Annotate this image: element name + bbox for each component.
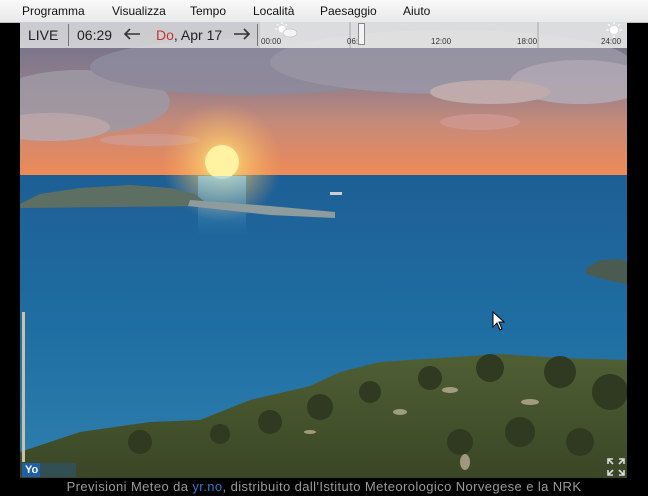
tick-label: 12:00: [431, 37, 452, 46]
time-bar: LIVE 06:29 Do, Apr 17 00:00 06: 12:00 18…: [20, 22, 627, 48]
menu-bar: Programma Visualizza Tempo Località Paes…: [0, 0, 648, 23]
footer-text: Previsioni Meteo da yr.no, distribuito d…: [67, 479, 582, 494]
current-time: 06:29: [77, 27, 113, 43]
weather-scene-viewer[interactable]: LIVE 06:29 Do, Apr 17 00:00 06: 12:00 18…: [20, 22, 627, 478]
sun-icon: [605, 22, 623, 43]
left-mast: [22, 312, 25, 462]
arrow-right-icon[interactable]: [232, 26, 252, 47]
menu-visualizza[interactable]: Visualizza: [112, 4, 166, 18]
menu-paesaggio[interactable]: Paesaggio: [320, 4, 377, 18]
yr-link[interactable]: yr.no: [192, 479, 222, 494]
yr-logo-text: Yo: [25, 464, 39, 476]
footer-suffix: , distribuito dall'Istituto Meteorologic…: [222, 479, 582, 494]
landscape-scene: [20, 22, 627, 478]
yr-logo[interactable]: Yo: [22, 463, 76, 477]
boat: [330, 192, 342, 195]
fullscreen-icon[interactable]: [606, 457, 626, 477]
sun-cloud-icon: [273, 22, 299, 43]
menu-tempo[interactable]: Tempo: [190, 4, 226, 18]
footer-prefix: Previsioni Meteo da: [66, 479, 193, 494]
live-label[interactable]: LIVE: [28, 27, 58, 43]
timeline-thumb[interactable]: [358, 23, 365, 45]
tick-label: 06:: [347, 37, 359, 46]
tick-label: 18:00: [517, 37, 538, 46]
sun: [205, 145, 239, 179]
arrow-left-icon[interactable]: [122, 26, 142, 47]
footer-credits: Previsioni Meteo da yr.no, distribuito d…: [0, 478, 648, 496]
day-label: Do: [156, 27, 174, 43]
date-label: , Apr 17: [173, 27, 223, 43]
menu-aiuto[interactable]: Aiuto: [403, 4, 430, 18]
menu-programma[interactable]: Programma: [22, 4, 85, 18]
separator: [68, 24, 69, 46]
menu-localita[interactable]: Località: [253, 4, 294, 18]
separator: [257, 24, 258, 46]
mouse-cursor-icon: [492, 310, 506, 336]
date-display: Do, Apr 17: [156, 27, 222, 43]
timeline-slider[interactable]: 00:00 06: 12:00 18:00 24:00: [260, 22, 627, 48]
